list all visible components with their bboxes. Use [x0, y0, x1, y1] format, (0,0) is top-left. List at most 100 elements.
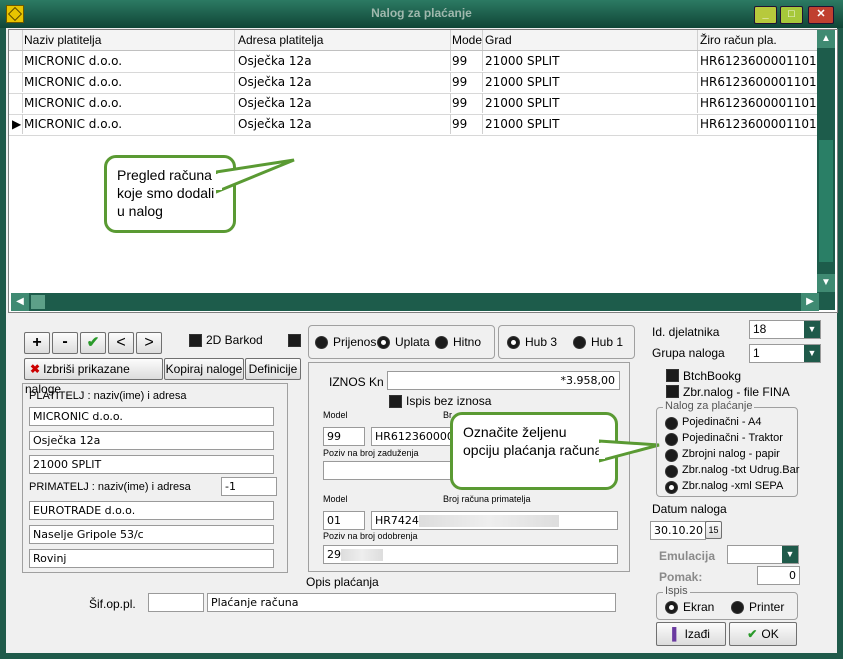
cell-adresa[interactable]: Osječka 12a — [235, 72, 451, 92]
callout-options: Označite željenu opciju plaćanja računa — [450, 412, 618, 490]
cell-ziro[interactable]: HR61236000011012 — [697, 93, 821, 113]
ok-label: OK — [761, 627, 779, 641]
minimize-button[interactable]: _ — [754, 6, 777, 24]
scroll-left-icon[interactable]: ◀ — [11, 293, 29, 311]
payee-reference-field[interactable]: 29 — [323, 545, 618, 564]
cell-grad[interactable]: 21000 SPLIT — [482, 114, 698, 134]
payee-name-field[interactable]: EUROTRADE d.o.o. — [29, 501, 274, 520]
radio-hub1[interactable] — [573, 336, 586, 349]
table-row[interactable]: ▶ MICRONIC d.o.o. Osječka 12a 99 21000 S… — [9, 114, 821, 136]
radio-ekran[interactable] — [665, 601, 678, 614]
client-area: Naziv platitelja Adresa platitelja Model… — [6, 28, 838, 653]
payee-city-field[interactable]: Rovinj — [29, 549, 274, 568]
cell-model[interactable]: 99 — [449, 114, 483, 134]
cell-grad[interactable]: 21000 SPLIT — [482, 93, 698, 113]
btchbookg-checkbox[interactable] — [666, 369, 679, 382]
delete-orders-button[interactable]: ✖ Izbriši prikazane naloge — [24, 358, 163, 396]
chevron-down-icon[interactable]: ▼ — [804, 321, 820, 338]
radio-zbrojni-txt[interactable] — [665, 465, 678, 478]
radio-printer[interactable] — [731, 601, 744, 614]
cell-adresa[interactable]: Osječka 12a — [235, 93, 451, 113]
radio-zbrojni-xml[interactable] — [665, 481, 678, 494]
cell-adresa[interactable]: Osječka 12a — [235, 51, 451, 71]
payer-name-field[interactable]: MICRONIC d.o.o. — [29, 407, 274, 426]
cell-ziro[interactable]: HR61236000011012 — [697, 114, 821, 134]
sif-field[interactable] — [148, 593, 204, 612]
radio-hub3[interactable] — [507, 336, 520, 349]
table-row[interactable]: MICRONIC d.o.o. Osječka 12a 99 21000 SPL… — [9, 51, 821, 73]
cell-naziv[interactable]: MICRONIC d.o.o. — [21, 114, 235, 134]
radio-pojedinacni-a4[interactable] — [665, 417, 678, 430]
payee-code-field[interactable]: -1 — [221, 477, 277, 496]
scroll-right-icon[interactable]: ▶ — [801, 293, 819, 311]
radio-hitno[interactable] — [435, 336, 448, 349]
close-button[interactable]: ✕ — [808, 6, 834, 24]
payee-model-label: Model — [323, 494, 348, 504]
amount-field[interactable]: *3.958,00 — [387, 371, 620, 390]
barcode-checkbox[interactable] — [189, 334, 202, 347]
radio-uplata[interactable] — [377, 336, 390, 349]
scroll-down-icon[interactable]: ▼ — [817, 274, 835, 292]
date-field[interactable]: 30.10.20 — [650, 521, 706, 540]
emulacija-combo[interactable]: ▼ — [727, 545, 799, 564]
cell-adresa[interactable]: Osječka 12a — [235, 114, 451, 134]
cell-model[interactable]: 99 — [449, 72, 483, 92]
calendar-icon[interactable]: 15 — [705, 521, 722, 539]
no-amount-checkbox[interactable] — [389, 395, 402, 408]
cell-grad[interactable]: 21000 SPLIT — [482, 51, 698, 71]
grid-vertical-scrollbar[interactable]: ▲ ▼ — [817, 30, 835, 310]
remove-button[interactable]: - — [52, 332, 78, 354]
col-header-model[interactable]: Model — [449, 30, 483, 50]
table-row[interactable]: MICRONIC d.o.o. Osječka 12a 99 21000 SPL… — [9, 72, 821, 94]
scroll-thumb-horizontal[interactable] — [31, 295, 45, 309]
payee-address-field[interactable]: Naselje Gripole 53/c — [29, 525, 274, 544]
payer-address-field[interactable]: Osječka 12a — [29, 431, 274, 450]
chevron-down-icon[interactable]: ▼ — [782, 546, 798, 563]
payee-account-value: HR7424 — [375, 514, 419, 527]
scroll-up-icon[interactable]: ▲ — [817, 30, 835, 48]
scroll-thumb[interactable] — [819, 140, 833, 262]
grid-horizontal-scrollbar[interactable]: ◀ ▶ — [11, 293, 819, 311]
col-header-ziro[interactable]: Žiro račun pla. — [697, 30, 821, 50]
payer-city-field[interactable]: 21000 SPLIT — [29, 455, 274, 474]
radio-pojedinacni-traktor[interactable] — [665, 433, 678, 446]
fina-checkbox[interactable] — [666, 385, 679, 398]
maximize-button[interactable]: □ — [780, 6, 803, 24]
description-field[interactable]: Plaćanje računa — [207, 593, 616, 612]
pomak-field[interactable]: 0 — [757, 566, 800, 585]
cell-ziro[interactable]: HR61236000011012 — [697, 51, 821, 71]
confirm-button[interactable]: ✔ — [80, 332, 106, 354]
id-combo[interactable]: 18 ▼ — [749, 320, 821, 339]
payee-account-field[interactable]: HR7424 — [371, 511, 618, 530]
col-header-adresa[interactable]: Adresa platitelja — [235, 30, 451, 50]
cell-naziv[interactable]: MICRONIC d.o.o. — [21, 72, 235, 92]
btchbookg-label: BtchBookg — [683, 369, 742, 383]
cell-ziro[interactable]: HR61236000011012 — [697, 72, 821, 92]
copy-orders-button[interactable]: Kopiraj naloge — [164, 358, 244, 380]
table-row[interactable]: MICRONIC d.o.o. Osječka 12a 99 21000 SPL… — [9, 93, 821, 115]
definitions-button[interactable]: Definicije — [245, 358, 301, 380]
unnamed-checkbox[interactable] — [288, 334, 301, 347]
radio-prijenos[interactable] — [315, 336, 328, 349]
ok-button[interactable]: ✔ OK — [729, 622, 797, 646]
radio-zbrojni-papir[interactable] — [665, 449, 678, 462]
payer-model-field[interactable]: 99 — [323, 427, 365, 446]
cell-grad[interactable]: 21000 SPLIT — [482, 72, 698, 92]
exit-door-icon: ▌ — [672, 627, 681, 641]
col-header-naziv[interactable]: Naziv platitelja — [21, 30, 235, 50]
cell-model[interactable]: 99 — [449, 93, 483, 113]
cell-model[interactable]: 99 — [449, 51, 483, 71]
sif-label: Šif.op.pl. — [89, 597, 136, 611]
col-header-grad[interactable]: Grad — [482, 30, 698, 50]
chevron-down-icon[interactable]: ▼ — [804, 345, 820, 362]
exit-button[interactable]: ▌ Izađi — [656, 622, 726, 646]
group-combo[interactable]: 1 ▼ — [749, 344, 821, 363]
add-button[interactable]: + — [24, 332, 50, 354]
label-hub1: Hub 1 — [591, 335, 624, 349]
cell-naziv[interactable]: MICRONIC d.o.o. — [21, 51, 235, 71]
prev-button[interactable]: < — [108, 332, 134, 354]
cell-naziv[interactable]: MICRONIC d.o.o. — [21, 93, 235, 113]
payee-model-field[interactable]: 01 — [323, 511, 365, 530]
next-button[interactable]: > — [136, 332, 162, 354]
fina-label: Zbr.nalog - file FINA — [683, 385, 790, 399]
